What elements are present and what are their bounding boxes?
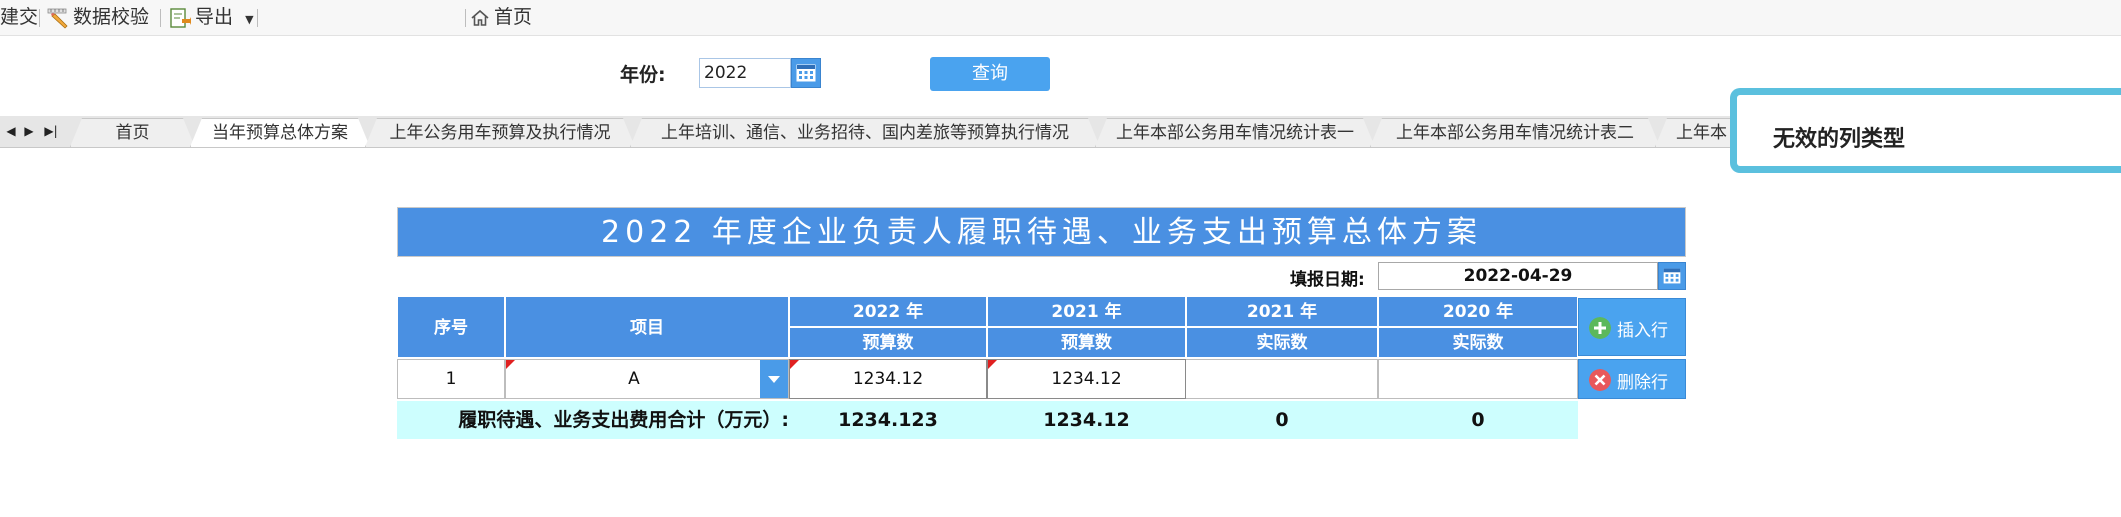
header-2021-actual: 实际数 [1186,327,1378,358]
delete-row-label: 删除行 [1617,373,1668,393]
query-button[interactable]: 查询 [930,57,1050,91]
toolbar-divider [39,9,40,27]
export-label: 导出 [195,6,234,28]
export-button[interactable]: 导出 ▼ [169,0,254,35]
header-2020-actual: 实际数 [1378,327,1578,358]
calendar-icon [1663,268,1681,284]
tab-label: 当年预算总体方案 [212,123,348,143]
year-label: 年份: [620,64,666,86]
close-icon [1589,369,1611,391]
row-item-select[interactable]: A [505,359,789,399]
year-input[interactable]: 2022 [699,58,791,88]
summary-actual-2020: 0 [1471,409,1485,431]
tab-scroll-next-icon[interactable]: ▶ [18,116,40,147]
chevron-down-icon [768,376,780,383]
toolbar-divider [465,9,466,27]
toolbar: 建交 数据校验 导出 ▼ 首页 [0,0,2121,36]
header-2021-budget-year: 2021 年 [987,296,1186,327]
row-item-value: A [628,369,640,389]
summary-row: 履职待遇、业务支出费用合计（万元）: 1234.123 1234.12 0 0 [397,401,1578,439]
toast-message: 无效的列类型 [1773,127,1906,152]
header-2022: 2022 年 [789,296,987,327]
header-item: 项目 [505,296,789,358]
date-input[interactable]: 2022-04-29 [1378,262,1658,290]
date-label: 填报日期: [1290,270,1365,290]
row-seq-cell: 1 [397,359,505,399]
header-2021-actual-year: 2021 年 [1186,296,1378,327]
insert-row-label: 插入行 [1617,321,1668,341]
submit-label: 建交 [0,6,39,28]
tab-label: 上年培训、通信、业务招待、国内差旅等预算执行情况 [661,123,1069,143]
tab-vehicle-stats-2[interactable]: 上年本部公务用车情况统计表二 [1370,118,1660,147]
tab-scroll-end-icon[interactable]: ▶| [40,116,62,147]
report-title: 2022 年度企业负责人履职待遇、业务支出预算总体方案 [397,207,1686,257]
toolbar-divider [160,9,161,27]
tab-home[interactable]: 首页 [70,118,195,147]
year-calendar-button[interactable] [791,58,821,88]
header-seq: 序号 [397,296,505,358]
tab-label: 上年公务用车预算及执行情况 [389,123,611,143]
home-icon [471,9,489,26]
tab-vehicle-stats-1[interactable]: 上年本部公务用车情况统计表一 [1095,118,1375,147]
submit-button[interactable]: 建交 [0,0,38,35]
summary-actual-2021: 0 [1275,409,1289,431]
home-button[interactable]: 首页 [470,0,532,35]
item-dropdown-button[interactable] [760,360,788,398]
tab-label: 首页 [115,123,150,143]
pencil-ruler-icon [47,8,68,29]
date-calendar-button[interactable] [1658,262,1686,290]
row-budget-2022-value: 1234.12 [852,369,924,389]
summary-budget-2021: 1234.12 [1043,409,1130,431]
tab-label: 上年本部公务用车情况统计表二 [1396,123,1634,143]
row-actual-2020-cell [1378,359,1578,399]
header-2020-actual-year: 2020 年 [1378,296,1578,327]
tab-vehicle-budget[interactable]: 上年公务用车预算及执行情况 [365,118,635,147]
tab-strip: ◀ ▶ ▶| 首页 当年预算总体方案 上年公务用车预算及执行情况 上年培训、通信… [0,116,1730,148]
plus-icon [1589,317,1611,339]
required-marker [988,360,997,369]
row-actual-2021-cell [1186,359,1378,399]
row-budget-2021-value: 1234.12 [1051,369,1122,389]
error-toast: 无效的列类型 [1730,88,2121,173]
header-2022-budget: 预算数 [789,327,987,358]
tab-label: 上年本 [1676,123,1727,143]
toolbar-divider [257,9,258,27]
data-check-button[interactable]: 数据校验 [47,0,149,35]
header-2021-budget: 预算数 [987,327,1186,358]
tab-annual-budget-plan[interactable]: 当年预算总体方案 [190,118,370,147]
summary-budget-2022: 1234.123 [838,409,938,431]
tab-vehicle-stats-3[interactable]: 上年本 [1655,118,1730,147]
delete-row-button[interactable]: 删除行 [1578,359,1686,399]
row-budget-2021-input[interactable]: 1234.12 [987,359,1186,399]
summary-label: 履职待遇、业务支出费用合计（万元）: [458,409,789,431]
export-icon [170,7,191,28]
tab-label: 上年本部公务用车情况统计表一 [1116,123,1354,143]
home-label: 首页 [494,6,533,28]
tab-training-travel-budget[interactable]: 上年培训、通信、业务招待、国内差旅等预算执行情况 [630,118,1100,147]
chevron-down-icon: ▼ [245,13,254,26]
required-marker [790,360,799,369]
data-check-label: 数据校验 [73,6,150,28]
row-budget-2022-input[interactable]: 1234.12 [789,359,987,399]
insert-row-button[interactable]: 插入行 [1578,298,1686,356]
calendar-icon [796,64,816,82]
